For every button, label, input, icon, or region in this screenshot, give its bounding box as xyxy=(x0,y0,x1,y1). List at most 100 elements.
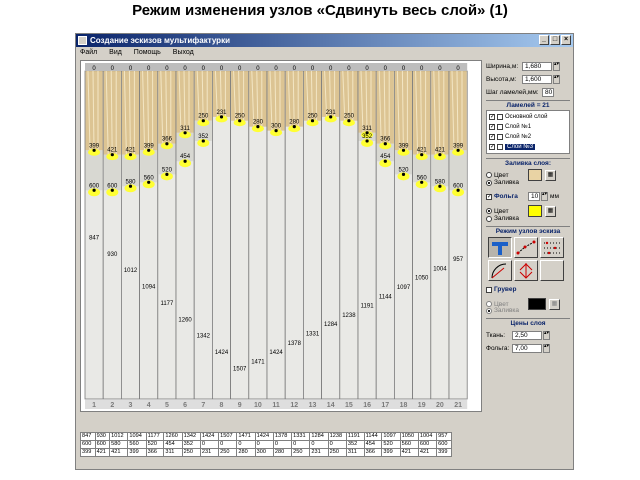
mode-header: Режим узлов эскиза xyxy=(486,226,570,236)
layer-lock-checkbox[interactable] xyxy=(497,143,503,150)
layer-item-3[interactable]: Слой №3 xyxy=(489,142,536,151)
gruver-swatch[interactable] xyxy=(528,298,546,310)
foil-checkbox[interactable] xyxy=(486,193,492,200)
layer-lock-checkbox[interactable] xyxy=(497,113,503,120)
table-cell: 1012 xyxy=(109,432,129,441)
layer2-value-label: 580 xyxy=(435,179,446,185)
layer-lock-checkbox[interactable] xyxy=(497,133,503,140)
table-cell: 399 xyxy=(381,448,401,457)
foil-texture-radio[interactable] xyxy=(486,215,492,222)
table-cell: 250 xyxy=(181,448,201,457)
table-cell: 1097 xyxy=(381,432,401,441)
cloth-price-spinner[interactable]: ▴▾ xyxy=(543,331,550,340)
layer2-value-label: 454 xyxy=(180,154,191,160)
table-cell: 250 xyxy=(327,448,347,457)
table-cell: 600 xyxy=(417,440,438,449)
lamels-count: Ламелей = 21 xyxy=(486,100,570,110)
table-cell: 1238 xyxy=(327,432,347,441)
table-cell: 352 xyxy=(345,440,365,449)
layer-checkbox[interactable] xyxy=(489,123,495,130)
layer-item-1[interactable]: Слой №1 xyxy=(489,122,531,131)
layer3-value-label: 421 xyxy=(125,148,136,154)
bottom-bar xyxy=(85,399,468,409)
fill-color-label: Цвет xyxy=(494,171,509,179)
mode-arc-button[interactable] xyxy=(488,260,512,281)
width-spinner[interactable]: ▴▾ xyxy=(553,62,560,71)
minimize-button[interactable]: _ xyxy=(539,35,549,45)
layer-label: Слой №1 xyxy=(505,123,532,130)
table-cell: 520 xyxy=(145,440,165,449)
gruver-picker-button[interactable]: ▦ xyxy=(549,298,560,310)
layer1-value-label: 1238 xyxy=(342,313,356,319)
mode-line-nodes-button[interactable] xyxy=(514,237,538,258)
foil-color-radio[interactable] xyxy=(486,208,492,214)
mode-move-layer-button[interactable] xyxy=(488,237,512,258)
cloth-price-input[interactable]: 2,50 xyxy=(512,331,542,340)
layer-checkbox[interactable] xyxy=(489,143,495,150)
layer1-value-label: 1004 xyxy=(433,267,447,273)
layer1-value-label: 930 xyxy=(107,252,118,258)
foil-price-input[interactable]: 7,00 xyxy=(512,344,542,353)
gruver-checkbox[interactable] xyxy=(486,286,492,293)
table-cell: 231 xyxy=(199,448,220,457)
sketch-svg[interactable]: 0139960084702421600930034215801012043995… xyxy=(81,61,481,411)
mode-move-nodes-button[interactable] xyxy=(514,260,538,281)
height-label: Высота,м: xyxy=(486,76,517,83)
step-label: Шаг ламелей,мм: xyxy=(486,89,539,96)
foil-color-label: Цвет xyxy=(494,207,509,215)
layer-item-main[interactable]: Основной слой xyxy=(489,112,547,121)
layer-lock-checkbox[interactable] xyxy=(497,123,503,130)
layer-checkbox[interactable] xyxy=(489,133,495,140)
table-cell: 366 xyxy=(363,448,383,457)
mode-grid-nodes-button[interactable] xyxy=(540,237,564,258)
step-input[interactable]: 80 xyxy=(542,88,554,97)
fill-picker-button[interactable]: ▦ xyxy=(545,169,556,181)
menu-exit[interactable]: Выход xyxy=(173,49,194,56)
table-cell: 600 xyxy=(80,440,96,449)
table-cell: 0 xyxy=(199,440,220,449)
layer1-value-label: 1284 xyxy=(324,322,338,328)
height-input[interactable]: 1,600 xyxy=(522,75,552,84)
table-cell: 1050 xyxy=(399,432,419,441)
layer1-value-label: 1144 xyxy=(379,294,393,300)
table-cell: 930 xyxy=(94,432,111,441)
table-cell: 520 xyxy=(381,440,401,449)
layer3-value-label: 421 xyxy=(417,148,428,154)
layer3-value-label: 280 xyxy=(253,120,264,126)
menu-file[interactable]: Файл xyxy=(80,49,97,56)
height-spinner[interactable]: ▴▾ xyxy=(553,75,560,84)
fill-swatch[interactable] xyxy=(528,169,542,181)
table-cell: 0 xyxy=(291,440,311,449)
foil-price-label: Фольга: xyxy=(486,345,510,352)
mode-empty-button[interactable] xyxy=(540,260,564,281)
layer2-value-label: 600 xyxy=(107,183,118,189)
layer2-value-label: 520 xyxy=(162,167,173,173)
menu-help[interactable]: Помощь xyxy=(134,49,161,56)
table-cell: 280 xyxy=(236,448,256,457)
maximize-button[interactable]: □ xyxy=(550,35,560,45)
width-input[interactable]: 1,680 xyxy=(522,62,552,71)
table-cell: 421 xyxy=(417,448,438,457)
foil-picker-button[interactable]: ▦ xyxy=(545,205,556,217)
gruver-texture-radio[interactable] xyxy=(486,307,492,314)
foil-width-input[interactable]: 10 xyxy=(528,192,540,201)
layer-checkbox[interactable] xyxy=(489,113,495,120)
layer-item-2[interactable]: Слой №2 xyxy=(489,132,531,141)
foil-width-spinner[interactable]: ▴▾ xyxy=(541,192,548,201)
fill-texture-radio[interactable] xyxy=(486,179,492,186)
layer2-value-label: 560 xyxy=(417,175,428,181)
fill-color-radio[interactable] xyxy=(486,172,492,178)
menu-view[interactable]: Вид xyxy=(109,49,122,56)
values-table: 847 930 1012 1094 1177 1260 1342 1424 1507 1471 14… xyxy=(80,432,452,457)
sketch-canvas[interactable]: 0139960084702421600930034215801012043995… xyxy=(80,60,482,412)
foil-price-spinner[interactable]: ▴▾ xyxy=(543,344,550,353)
close-button[interactable]: × xyxy=(561,35,571,45)
foil-swatch[interactable] xyxy=(528,205,542,217)
table-cell: 957 xyxy=(436,432,452,441)
title-bar: Создание эскизов мультифактурки _ □ × xyxy=(76,34,573,47)
layer1-value-label: 1342 xyxy=(197,334,211,340)
table-cell: 366 xyxy=(145,448,165,457)
table-cell: 600 xyxy=(94,440,111,449)
table-cell: 454 xyxy=(163,440,183,449)
table-cell: 600 xyxy=(436,440,452,449)
